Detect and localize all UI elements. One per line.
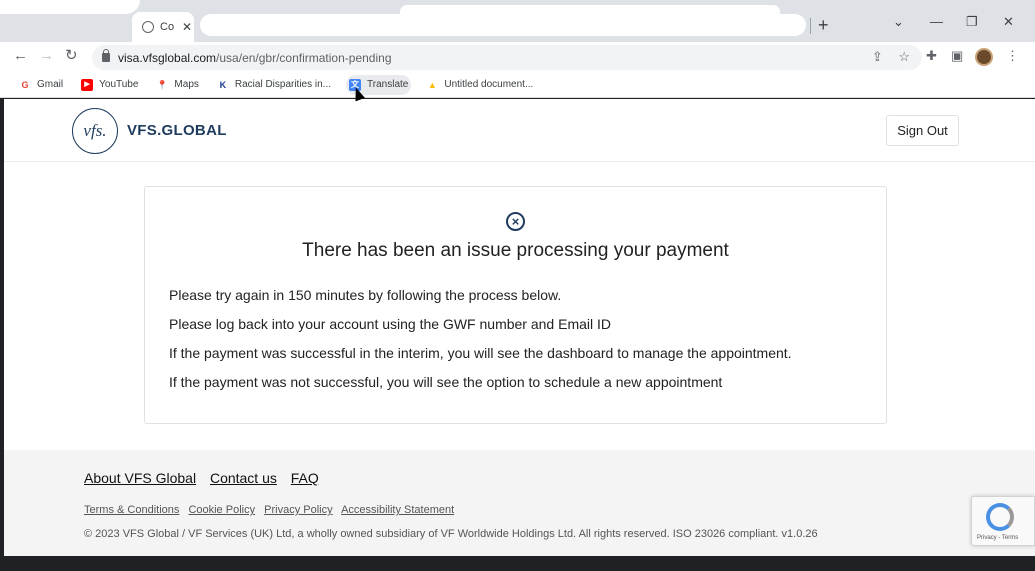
error-circle-icon: × (506, 212, 525, 231)
close-window-button[interactable]: ✕ (1003, 14, 1014, 30)
vfs-logo-text[interactable]: VFS.GLOBAL (127, 122, 227, 139)
sign-out-button[interactable]: Sign Out (886, 115, 959, 146)
share-icon[interactable]: ⇪ (872, 49, 883, 64)
browser-menu-icon[interactable]: ⋮ (1006, 48, 1019, 64)
recaptcha-icon (986, 503, 1014, 531)
bookmark-youtube[interactable]: ▶ YouTube (78, 75, 141, 95)
footer-links: About VFS Global Contact us FAQ (84, 470, 329, 486)
lock-icon[interactable] (102, 49, 110, 62)
browser-toolbar: ← → ↻ visa.vfsglobal.com/usa/en/gbr/conf… (0, 42, 1035, 72)
extensions-icon[interactable]: ✚ (926, 48, 937, 64)
minimize-button[interactable]: — (930, 14, 943, 29)
vfs-logo-icon[interactable]: vfs. (72, 108, 118, 154)
cookie-policy-link[interactable]: Cookie Policy (188, 504, 255, 516)
google-drive-icon: ▲ (427, 79, 437, 90)
forward-button[interactable]: → (39, 48, 54, 64)
redaction (400, 5, 780, 19)
bookmark-label: Gmail (37, 79, 64, 90)
terms-link[interactable]: Terms & Conditions (84, 504, 179, 516)
tab-title: Co (160, 21, 174, 33)
gmail-icon: G (21, 79, 29, 90)
bookmark-label: Maps (174, 79, 199, 90)
redaction (619, 117, 879, 147)
bookmark-label: Translate (367, 79, 409, 90)
maps-icon: 📍 (156, 79, 169, 90)
active-tab[interactable]: Co ✕ (132, 12, 194, 42)
accessibility-link[interactable]: Accessibility Statement (341, 504, 454, 516)
privacy-policy-link[interactable]: Privacy Policy (264, 504, 332, 516)
bookmark-label: Untitled document... (444, 79, 534, 90)
about-vfs-link[interactable]: About VFS Global (84, 470, 196, 486)
restore-button[interactable]: ❐ (966, 14, 978, 30)
payment-issue-card: × There has been an issue processing you… (144, 186, 887, 424)
side-panel-icon[interactable]: ▣ (951, 48, 963, 64)
contact-us-link[interactable]: Contact us (210, 470, 277, 486)
tab-close-icon[interactable]: ✕ (182, 20, 192, 34)
bookmark-maps[interactable]: 📍 Maps (153, 75, 201, 95)
bookmark-star-icon[interactable]: ☆ (898, 49, 910, 64)
bookmark-gmail[interactable]: G Gmail (16, 75, 66, 95)
instruction-line: If the payment was successful in the int… (169, 345, 792, 361)
recaptcha-links[interactable]: Privacy - Terms (977, 535, 1018, 541)
site-footer: About VFS Global Contact us FAQ Terms & … (4, 450, 1035, 556)
card-title: There has been an issue processing your … (302, 240, 729, 261)
instructions: Please try again in 150 minutes by follo… (169, 287, 792, 403)
redaction (0, 0, 140, 14)
copyright-text: © 2023 VFS Global / VF Services (UK) Ltd… (84, 528, 818, 540)
url-path: /usa/en/gbr/confirmation-pending (216, 50, 392, 65)
browser-window: Co ✕ + ⌄ — ❐ ✕ ← → ↻ visa.vfsglobal.com /… (0, 0, 1035, 571)
address-bar[interactable]: visa.vfsglobal.com/usa/en/gbr/confirmati… (92, 45, 922, 70)
instruction-line: Please log back into your account using … (169, 316, 611, 332)
tab-separator (810, 18, 811, 34)
instruction-line: If the payment was not successful, you w… (169, 374, 723, 390)
tab-search-icon[interactable]: ⌄ (893, 14, 904, 30)
faq-link[interactable]: FAQ (291, 470, 319, 486)
globe-icon (142, 21, 154, 33)
back-button[interactable]: ← (13, 48, 28, 64)
tab-strip: Co ✕ + ⌄ — ❐ ✕ (0, 0, 1035, 42)
new-tab-button[interactable]: + (818, 16, 829, 34)
instruction-line: Please try again in 150 minutes by follo… (169, 287, 562, 303)
bookmark-label: YouTube (99, 79, 139, 90)
bookmark-untitled-document[interactable]: ▲ Untitled document... (423, 75, 536, 95)
site-header: vfs. VFS.GLOBAL Sign Out (4, 99, 1035, 162)
bookmark-racial-disparities[interactable]: K Racial Disparities in... (214, 75, 334, 95)
profile-avatar[interactable] (975, 48, 993, 66)
youtube-icon: ▶ (81, 78, 94, 91)
bookmarks-bar: G Gmail ▶ YouTube 📍 Maps K Racial Dispar… (0, 72, 1035, 98)
site-k-icon: K (219, 79, 227, 90)
recaptcha-badge[interactable]: Privacy - Terms (971, 496, 1035, 546)
reload-button[interactable]: ↻ (65, 48, 78, 64)
legal-links: Terms & Conditions Cookie Policy Privacy… (84, 504, 460, 516)
url-host: visa.vfsglobal.com (118, 50, 217, 65)
web-page: vfs. VFS.GLOBAL Sign Out × There has bee… (4, 99, 1035, 556)
bookmark-label: Racial Disparities in... (234, 79, 332, 90)
